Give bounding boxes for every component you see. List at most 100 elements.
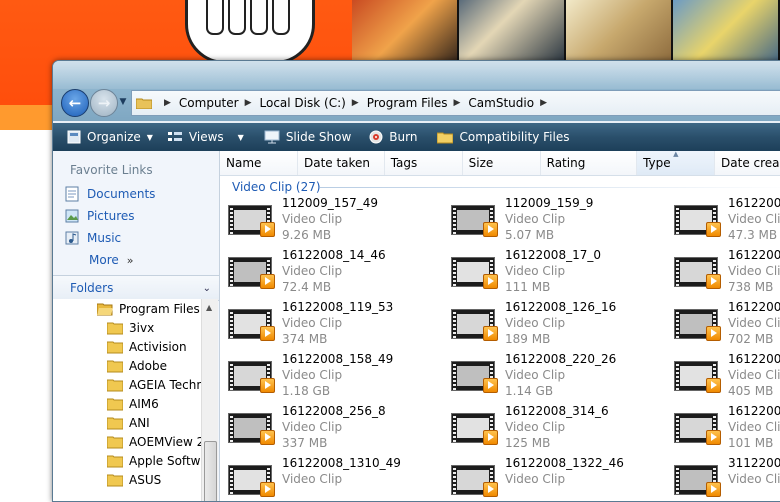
file-type: Video Clip [728, 420, 780, 434]
folder-icon [107, 436, 123, 448]
file-tile[interactable]: 16122008_ Video Clip 101 MB [666, 404, 780, 457]
video-thumbnail [228, 309, 276, 343]
breadcrumb-computer[interactable]: Computer ▶ [179, 96, 260, 110]
more-favorites-link[interactable]: More » [53, 249, 219, 271]
file-tile[interactable]: 16122008_119_53 Video Clip 374 MB [220, 300, 435, 353]
file-tile[interactable]: 16122008_158_49 Video Clip 1.18 GB [220, 352, 435, 405]
tree-item-folder[interactable]: Apple Softwa [53, 451, 201, 470]
file-size: 101 MB [728, 436, 774, 450]
chevron-down-icon[interactable]: ▼ [238, 133, 244, 142]
file-tile[interactable]: 16122008_ Video Clip 702 MB [666, 300, 780, 353]
folder-icon [107, 455, 123, 467]
group-label: Video Clip (27) [232, 180, 321, 194]
breadcrumb-chevron[interactable]: ▶ [245, 98, 252, 108]
breadcrumb-label: Computer [178, 96, 239, 110]
views-icon [167, 132, 182, 141]
file-tile[interactable]: 16122008_256_8 Video Clip 337 MB [220, 404, 435, 457]
breadcrumb-chevron[interactable]: ▶ [540, 98, 547, 108]
views-button[interactable]: Views ▼ [161, 125, 250, 149]
file-size: 9.26 MB [282, 228, 332, 242]
column-label: Type [643, 156, 671, 170]
breadcrumb-chevron[interactable]: ▶ [454, 98, 461, 108]
open-folder-icon [97, 303, 113, 315]
column-header-name[interactable]: Name [220, 151, 298, 175]
organize-button[interactable]: Organize ▼ [61, 125, 159, 149]
tree-item-folder[interactable]: AOEMView 2 [53, 432, 201, 451]
breadcrumb-program-files[interactable]: Program Files ▶ [367, 96, 469, 110]
column-header-tags[interactable]: Tags [385, 151, 463, 175]
breadcrumb-chevron[interactable]: ▶ [352, 98, 359, 108]
file-tile[interactable]: 16122008_ Video Clip 47.3 MB [666, 196, 780, 249]
file-tile[interactable]: 16122008_220_26 Video Clip 1.14 GB [443, 352, 658, 405]
file-name: 16122008_256_8 [282, 404, 386, 418]
tree-item-label: Apple Softwa [129, 453, 201, 468]
play-badge-icon [706, 482, 721, 497]
play-badge-icon [260, 222, 275, 237]
file-tile[interactable]: 16122008_14_46 Video Clip 72.4 MB [220, 248, 435, 301]
column-header-date-taken[interactable]: Date taken [298, 151, 385, 175]
file-tile[interactable]: 16122008_ Video Clip 738 MB [666, 248, 780, 301]
breadcrumb-root-chevron[interactable]: ▶ [158, 98, 179, 108]
column-header-type[interactable]: ▲ Type [637, 151, 716, 175]
file-name: 112009_159_9 [505, 196, 594, 210]
burn-button[interactable]: Burn [363, 125, 423, 149]
column-header-date-created[interactable]: Date crea [715, 151, 780, 175]
tree-item-program-files[interactable]: Program Files [53, 299, 201, 318]
breadcrumb-label: CamStudio [468, 96, 535, 110]
forward-button[interactable]: → [90, 89, 118, 117]
explorer-window: ← → ▼ ▶ Computer ▶ Local Disk (C:) ▶ Progr… [52, 60, 780, 502]
file-name: 16122008_158_49 [282, 352, 394, 366]
file-type: Video Clip [728, 368, 780, 382]
breadcrumb-local-disk[interactable]: Local Disk (C:) ▶ [260, 96, 367, 110]
file-tile[interactable]: 16122008_ Video Clip 405 MB [666, 352, 780, 405]
folder-tree-scrollbar[interactable]: ▲ [201, 299, 218, 501]
file-name: 16122008_14_46 [282, 248, 386, 262]
organize-icon [67, 130, 81, 144]
folders-label: Folders [70, 281, 114, 295]
file-tile[interactable]: 16122008_17_0 Video Clip 111 MB [443, 248, 658, 301]
tree-item-label: AIM6 [129, 396, 159, 411]
tree-item-folder[interactable]: 3ivx [53, 318, 201, 337]
compatibility-files-button[interactable]: Compatibility Files [431, 125, 575, 149]
folder-icon [107, 360, 123, 372]
column-header-size[interactable]: Size [463, 151, 541, 175]
file-tile[interactable]: 112009_159_9 Video Clip 5.07 MB [443, 196, 658, 249]
tree-item-folder[interactable]: AIM6 [53, 394, 201, 413]
compatibility-files-label: Compatibility Files [459, 130, 570, 144]
file-tile[interactable]: 16122008_126_16 Video Clip 189 MB [443, 300, 658, 353]
column-label: Tags [390, 156, 418, 170]
breadcrumb-camstudio[interactable]: CamStudio ▶ [468, 96, 555, 110]
scroll-up-arrow-icon[interactable]: ▲ [206, 303, 212, 312]
favorite-link-music[interactable]: Music [53, 227, 219, 249]
tree-item-folder[interactable]: ANI [53, 413, 201, 432]
file-tile[interactable]: 112009_157_49 Video Clip 9.26 MB [220, 196, 435, 249]
column-header-rating[interactable]: Rating [541, 151, 638, 175]
tree-item-folder[interactable]: Adobe [53, 356, 201, 375]
back-button[interactable]: ← [61, 89, 89, 117]
play-badge-icon [483, 326, 498, 341]
file-type: Video Clip [282, 316, 343, 330]
file-type: Video Clip [728, 316, 780, 330]
slideshow-button[interactable]: Slide Show [258, 125, 357, 149]
video-thumbnail [228, 257, 276, 291]
recent-pages-dropdown[interactable]: ▼ [118, 95, 128, 109]
tree-item-folder[interactable]: Activision [53, 337, 201, 356]
tree-item-label: 3ivx [129, 320, 155, 335]
file-name: 16122008_ [728, 196, 780, 210]
tree-item-label: Activision [129, 339, 187, 354]
organize-label: Organize [87, 130, 141, 144]
scrollbar-thumb[interactable] [204, 441, 217, 501]
column-label: Date taken [303, 156, 371, 170]
file-tile[interactable]: 16122008_314_6 Video Clip 125 MB [443, 404, 658, 457]
file-type: Video Clip [505, 212, 566, 226]
favorite-link-documents[interactable]: Documents [53, 183, 219, 205]
address-bar[interactable]: ▶ Computer ▶ Local Disk (C:) ▶ Program Fil… [131, 90, 780, 116]
file-list-pane: Name Date taken Tags Size Rating ▲ Type D… [220, 151, 780, 501]
play-badge-icon [706, 378, 721, 393]
file-size: 1.18 GB [282, 384, 331, 398]
breadcrumb-label: Program Files [366, 96, 448, 110]
favorite-link-pictures[interactable]: Pictures [53, 205, 219, 227]
tree-item-folder[interactable]: AGEIA Techn [53, 375, 201, 394]
play-badge-icon [260, 326, 275, 341]
folders-toggle[interactable]: Folders ⌄ [53, 275, 219, 301]
